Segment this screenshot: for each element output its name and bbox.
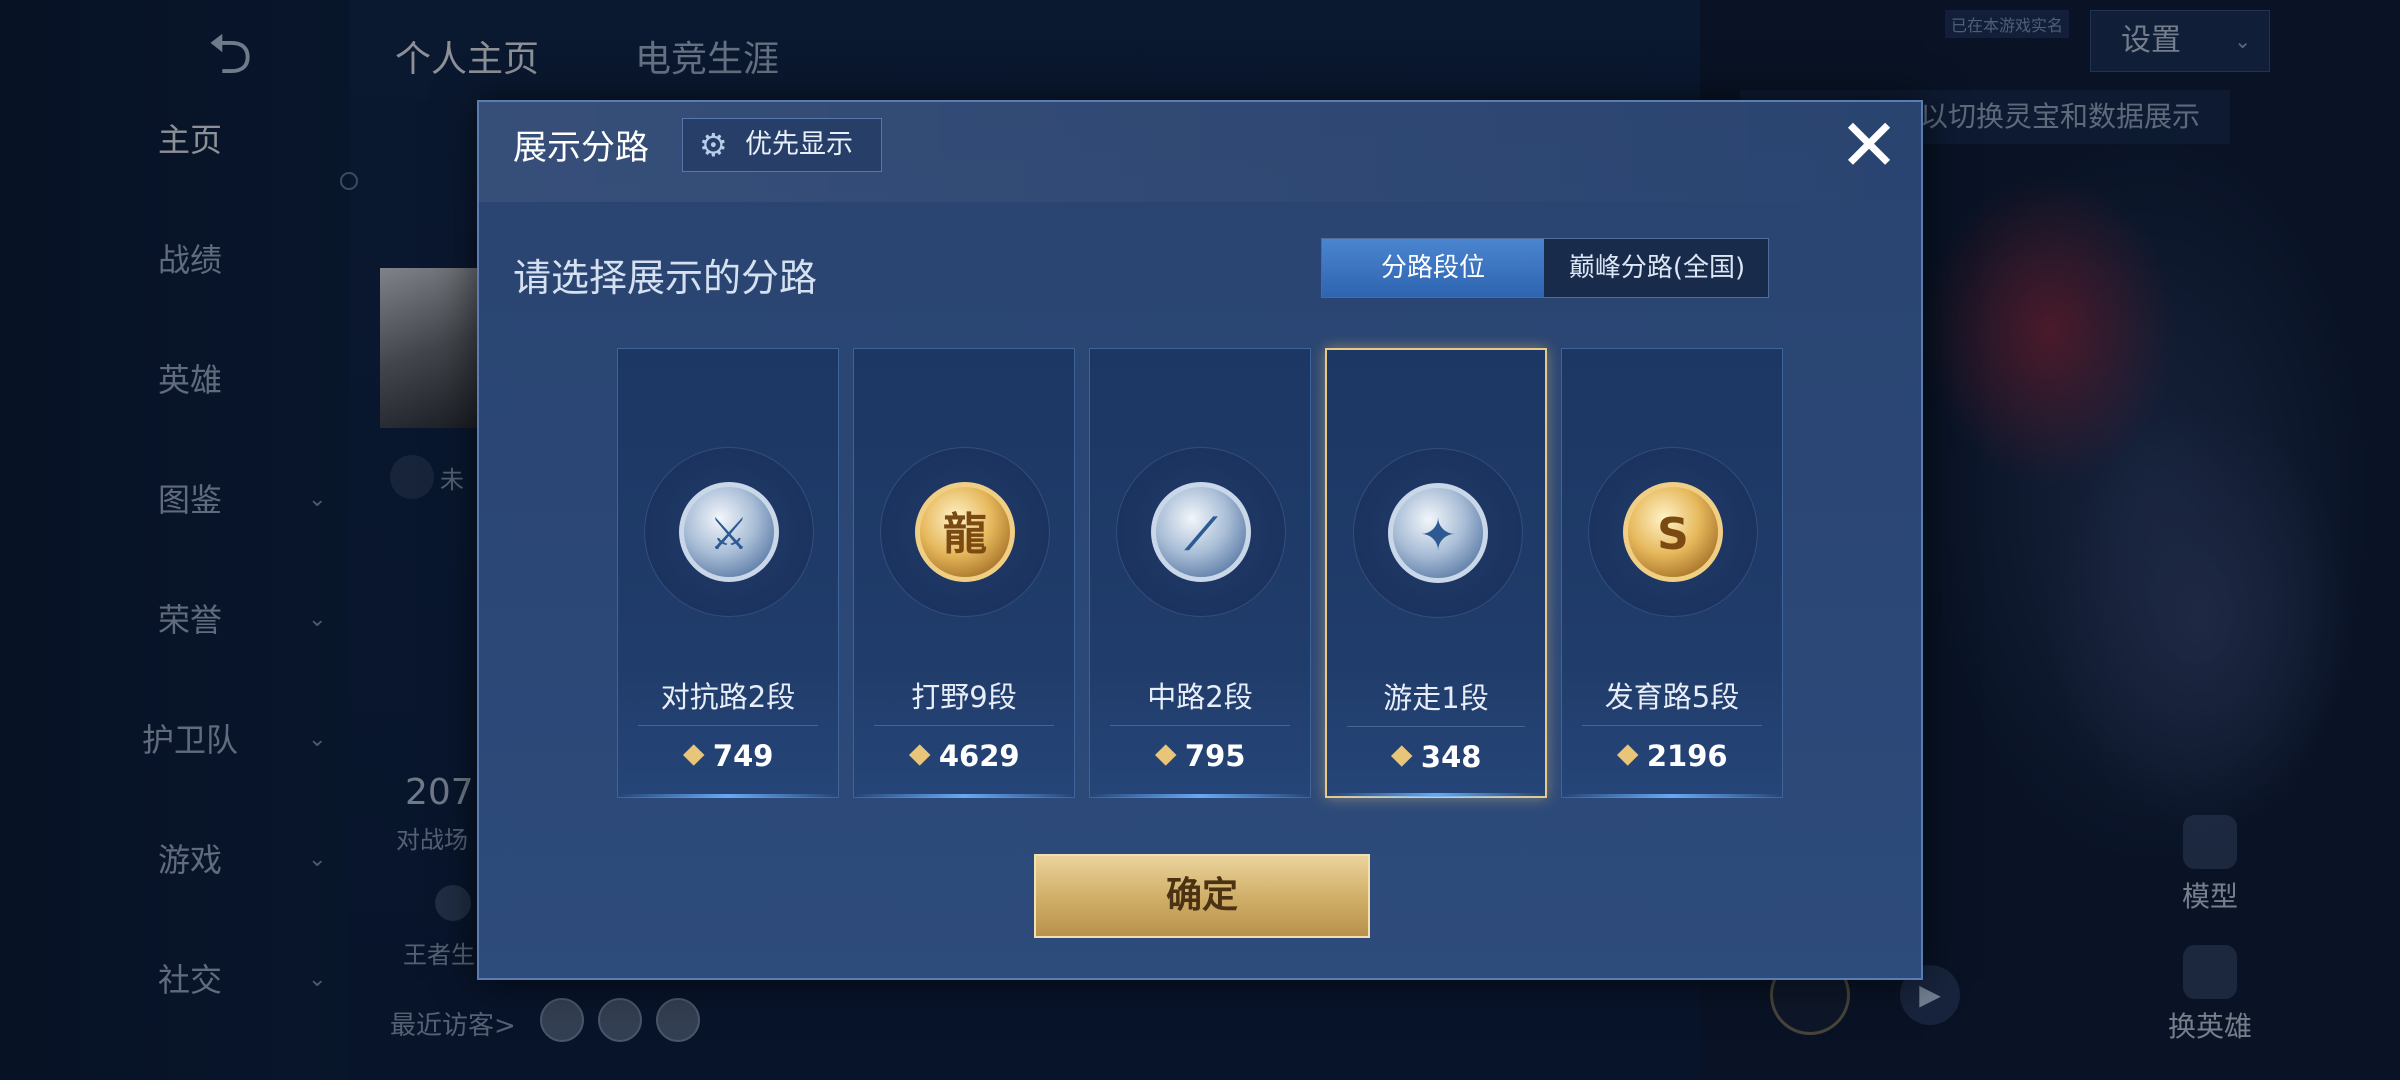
dialog-title: 展示分路 [513, 128, 649, 168]
points-icon: ⯁ [1154, 740, 1177, 773]
lane-badge-icon: ⟋ [1151, 482, 1251, 582]
lane-rank-label: 游走1段 [1383, 681, 1489, 715]
lane-score-value: 4629 [938, 739, 1020, 773]
lane-score: ⯁ 749 [618, 739, 838, 774]
divider [1347, 726, 1525, 727]
lane-badge-icon: ✦ [1388, 483, 1488, 583]
lane-card[interactable]: S 发育路5段 ⯁ 2196 [1561, 348, 1783, 798]
lane-rank-label: 中路2段 [1147, 680, 1253, 714]
lane-score-value: 348 [1420, 740, 1482, 774]
divider [874, 725, 1054, 726]
points-icon: ⯁ [1616, 740, 1639, 773]
lane-display-dialog: 展示分路 ⚙ 优先显示 ✕ 请选择展示的分路 分路段位 巅峰分路(全国) ⚔ 对抗… [477, 100, 1923, 980]
lane-score: ⯁ 2196 [1562, 739, 1782, 774]
lane-score: ⯁ 795 [1090, 739, 1310, 774]
segment-control: 分路段位 巅峰分路(全国) [1321, 238, 1769, 298]
points-icon: ⯁ [908, 740, 931, 773]
lane-score-value: 795 [1184, 739, 1246, 773]
lane-score: ⯁ 4629 [854, 739, 1074, 774]
points-icon: ⯁ [682, 740, 705, 773]
lane-badge-icon: 龍 [915, 482, 1015, 582]
priority-display-button[interactable]: ⚙ 优先显示 [682, 118, 882, 172]
gear-icon: ⚙ [699, 126, 728, 164]
lane-card[interactable]: ⚔ 对抗路2段 ⯁ 749 [617, 348, 839, 798]
lane-rank-label: 对抗路2段 [660, 680, 796, 714]
lane-score-value: 2196 [1646, 739, 1728, 773]
tab-lane-rank[interactable]: 分路段位 [1322, 239, 1544, 297]
points-icon: ⯁ [1390, 741, 1413, 774]
lane-score-value: 749 [712, 739, 774, 773]
priority-display-label: 优先显示 [745, 129, 853, 160]
close-icon[interactable]: ✕ [1834, 109, 1904, 182]
confirm-button[interactable]: 确定 [1034, 854, 1370, 938]
divider [638, 725, 818, 726]
tab-peak-lane-national[interactable]: 巅峰分路(全国) [1546, 239, 1768, 297]
lane-badge-icon: S [1623, 482, 1723, 582]
lane-card[interactable]: ✦ 游走1段 ⯁ 348 [1325, 348, 1547, 798]
lane-card[interactable]: 龍打野9段 ⯁ 4629 [853, 348, 1075, 798]
lane-card[interactable]: ⟋ 中路2段 ⯁ 795 [1089, 348, 1311, 798]
lane-rank-label: 打野9段 [911, 680, 1017, 714]
divider [1110, 725, 1290, 726]
lane-score: ⯁ 348 [1327, 740, 1545, 775]
lane-badge-icon: ⚔ [679, 482, 779, 582]
divider [1582, 725, 1762, 726]
dialog-subtitle: 请选择展示的分路 [513, 256, 818, 300]
lane-rank-label: 发育路5段 [1604, 680, 1740, 714]
